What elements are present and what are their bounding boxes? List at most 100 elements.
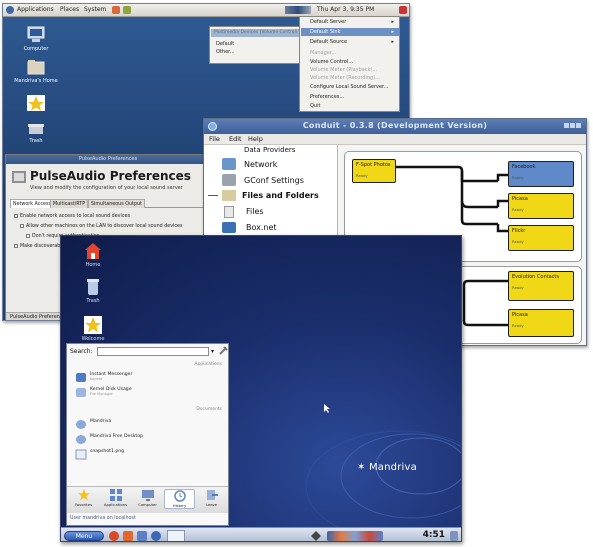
mandriva-logo: ✶ Mandriva bbox=[357, 462, 417, 473]
tab-multicast-rtp[interactable]: Multicast/RTP bbox=[50, 199, 89, 208]
checkbox[interactable] bbox=[14, 244, 18, 248]
chevron-right-icon: ▸ bbox=[391, 39, 394, 45]
list-item[interactable]: Instant Messenger Kopete bbox=[75, 372, 132, 383]
browser-launcher-icon[interactable] bbox=[112, 6, 120, 14]
tab-applications[interactable]: Applications bbox=[100, 489, 131, 507]
menu-system[interactable]: System bbox=[84, 6, 106, 13]
sidebar-item-network[interactable]: Network bbox=[244, 160, 277, 169]
window-controls[interactable] bbox=[564, 123, 582, 130]
window-titlebar[interactable]: PulseAudio Preferences bbox=[6, 155, 210, 164]
menu-item-volume-control[interactable]: Volume Control... bbox=[310, 59, 353, 65]
option-allow-discover[interactable]: Allow other machines on the LAN to disco… bbox=[20, 224, 182, 229]
menu-edit[interactable]: Edit bbox=[229, 135, 242, 143]
home-launcher-icon[interactable] bbox=[123, 531, 133, 541]
sidebar-item-gconf[interactable]: GConf Settings bbox=[244, 176, 304, 185]
power-icon[interactable] bbox=[399, 6, 407, 14]
computer-icon bbox=[141, 490, 154, 501]
kickoff-menu: Search: ▾ Applications Instant Messenger… bbox=[66, 343, 229, 526]
desktop-icon-home[interactable]: Mandriva's Home bbox=[12, 58, 60, 84]
messenger-launcher-icon[interactable] bbox=[151, 531, 161, 541]
desktop-icon-home[interactable]: Home bbox=[69, 242, 117, 268]
list-item[interactable]: Mandriva bbox=[75, 419, 111, 430]
app-icon[interactable] bbox=[208, 122, 217, 131]
checkbox[interactable] bbox=[14, 214, 18, 218]
mail-launcher-icon[interactable] bbox=[123, 6, 131, 14]
menu-item-preferences[interactable]: Preferences... bbox=[310, 94, 344, 100]
search-input[interactable] bbox=[97, 347, 209, 356]
submenu-item-default[interactable]: Default bbox=[216, 41, 234, 47]
tray-icons[interactable] bbox=[285, 6, 311, 14]
tab-simultaneous-output[interactable]: Simultaneous Output bbox=[88, 199, 145, 208]
firefox-icon[interactable] bbox=[109, 531, 119, 541]
submenu-item-other[interactable]: Other... bbox=[216, 49, 235, 55]
wrench-icon[interactable] bbox=[218, 346, 228, 356]
menu-applications[interactable]: Applications bbox=[17, 6, 54, 13]
list-item[interactable]: snapshot1.png bbox=[75, 449, 124, 460]
menu-item-volume-meter-recording[interactable]: Volume Meter (Recording)... bbox=[310, 75, 380, 81]
tab-network-access[interactable]: Network Access bbox=[10, 199, 54, 208]
desktop-icon-trash[interactable]: Trash bbox=[12, 122, 60, 144]
kde-tray-icon[interactable] bbox=[311, 531, 321, 541]
sidebar-item-boxnet[interactable]: Box.net bbox=[246, 223, 277, 232]
menu-button[interactable]: Menu bbox=[64, 531, 104, 541]
show-desktop-icon[interactable] bbox=[450, 531, 458, 541]
sidebar-item-files-folders[interactable]: Files and Folders bbox=[242, 191, 319, 200]
network-launcher-icon[interactable] bbox=[137, 531, 147, 541]
image-file-icon bbox=[75, 449, 87, 460]
search-dropdown-icon[interactable]: ▾ bbox=[211, 348, 214, 355]
provider-picasa-2[interactable]: Picasa Ready bbox=[508, 309, 574, 337]
provider-evolution-contacts[interactable]: Evolution Contacts Ready bbox=[508, 271, 574, 301]
checkbox[interactable] bbox=[20, 224, 24, 228]
menu-places[interactable]: Places bbox=[60, 6, 79, 13]
tab-leave[interactable]: Leave bbox=[196, 489, 227, 507]
menu-item-quit[interactable]: Quit bbox=[310, 103, 320, 109]
document-icon bbox=[76, 435, 86, 444]
menu-file[interactable]: File bbox=[209, 135, 220, 143]
folder-icon bbox=[222, 190, 236, 201]
desktop-icon-trash[interactable]: Trash bbox=[69, 278, 117, 304]
system-tray-icons[interactable] bbox=[327, 531, 383, 541]
gconf-icon bbox=[222, 174, 236, 186]
document-icon bbox=[76, 420, 86, 429]
provider-flickr[interactable]: Flickr Ready bbox=[508, 225, 574, 251]
desktop-icon-computer[interactable]: Computer bbox=[12, 26, 60, 52]
provider-facebook[interactable]: Facebook Ready bbox=[508, 161, 574, 187]
minimize-icon[interactable] bbox=[564, 123, 569, 128]
menu-item-configure-server[interactable]: Configure Local Sound Server... bbox=[310, 84, 388, 90]
checkbox[interactable] bbox=[26, 234, 30, 238]
option-enable-network[interactable]: Enable network access to local sound dev… bbox=[14, 214, 130, 219]
panel-clock[interactable]: Thu Apr 3, 9:35 PM bbox=[317, 6, 374, 13]
leave-icon bbox=[206, 490, 218, 500]
provider-picasa[interactable]: Picasa Ready bbox=[508, 193, 574, 219]
home-icon bbox=[85, 243, 101, 259]
menu-help[interactable]: Help bbox=[248, 135, 263, 143]
menu-item-default-server[interactable]: Default Server bbox=[310, 19, 346, 25]
star-icon bbox=[84, 316, 102, 334]
menu-item-manager[interactable]: Manager... bbox=[310, 50, 336, 56]
tab-computer[interactable]: Computer bbox=[132, 489, 163, 507]
home-folder-icon bbox=[27, 60, 45, 75]
list-item[interactable]: Kernel Disk Usage File Manager bbox=[75, 387, 132, 398]
network-icon bbox=[222, 158, 236, 170]
menu-item-default-source[interactable]: Default Source bbox=[310, 39, 347, 45]
tab-strip: Network Access Multicast/RTP Simultaneou… bbox=[10, 199, 208, 208]
desktop-icon-welcome[interactable]: Welcome bbox=[69, 316, 117, 342]
close-icon[interactable] bbox=[576, 123, 581, 128]
provider-fspot[interactable]: F-Spot Photos Ready bbox=[352, 159, 396, 183]
tab-history[interactable]: History bbox=[164, 489, 195, 509]
tab-favorites[interactable]: Favorites bbox=[68, 489, 99, 507]
menu-item-volume-meter-playback[interactable]: Volume Meter (Playback)... bbox=[310, 67, 377, 73]
mandriva-desktop-screenshot: Home Trash Welcome ✶ Mandriva Search: ▾ … bbox=[60, 235, 462, 542]
gnome-foot-icon[interactable] bbox=[6, 6, 14, 14]
volume-device-submenu: Multimedia Devices (Volume Control) Defa… bbox=[209, 26, 304, 64]
desktop-icon-welcome[interactable] bbox=[12, 94, 60, 112]
panel-clock[interactable]: 4:51 bbox=[423, 530, 445, 540]
menu-item-default-sink[interactable]: Default Sink bbox=[310, 29, 341, 35]
computer-icon bbox=[27, 26, 45, 42]
maximize-icon[interactable] bbox=[570, 123, 575, 128]
window-titlebar[interactable]: Conduit - 0.3.8 (Development Version) bbox=[204, 119, 586, 134]
desktop-pager[interactable] bbox=[167, 530, 185, 541]
sidebar-item-files[interactable]: Files bbox=[246, 207, 264, 216]
list-item[interactable]: Mandriva Free Desktop bbox=[75, 434, 143, 445]
mouse-cursor-icon bbox=[324, 404, 330, 413]
